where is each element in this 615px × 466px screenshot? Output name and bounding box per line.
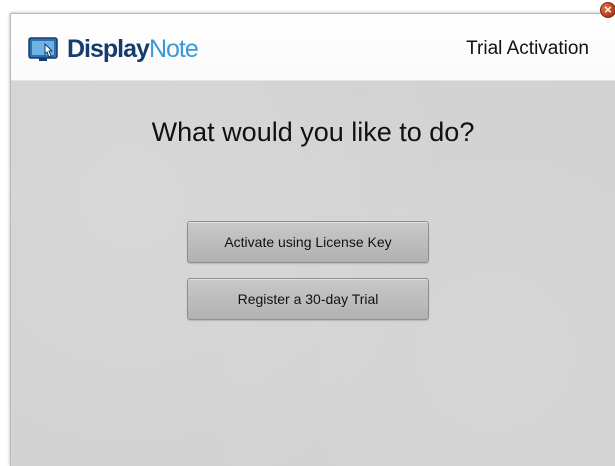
close-icon[interactable]: × [600,2,615,18]
display-hand-icon [27,34,65,64]
register-trial-button[interactable]: Register a 30-day Trial [187,278,429,320]
logo-text-primary: Display [67,34,150,63]
logo-text: DisplayNote [67,34,199,64]
activate-license-key-button[interactable]: Activate using License Key [187,221,429,263]
page-title: Trial Activation [466,38,589,59]
displaynote-logo: DisplayNote [27,32,199,66]
main-content: What would you like to do? Activate usin… [11,81,615,466]
question-heading: What would you like to do? [151,117,475,147]
logo-text-secondary: Note [148,34,199,63]
header-bar: DisplayNote Trial Activation [11,14,615,81]
trial-activation-window: DisplayNote Trial Activation What would … [10,13,615,466]
